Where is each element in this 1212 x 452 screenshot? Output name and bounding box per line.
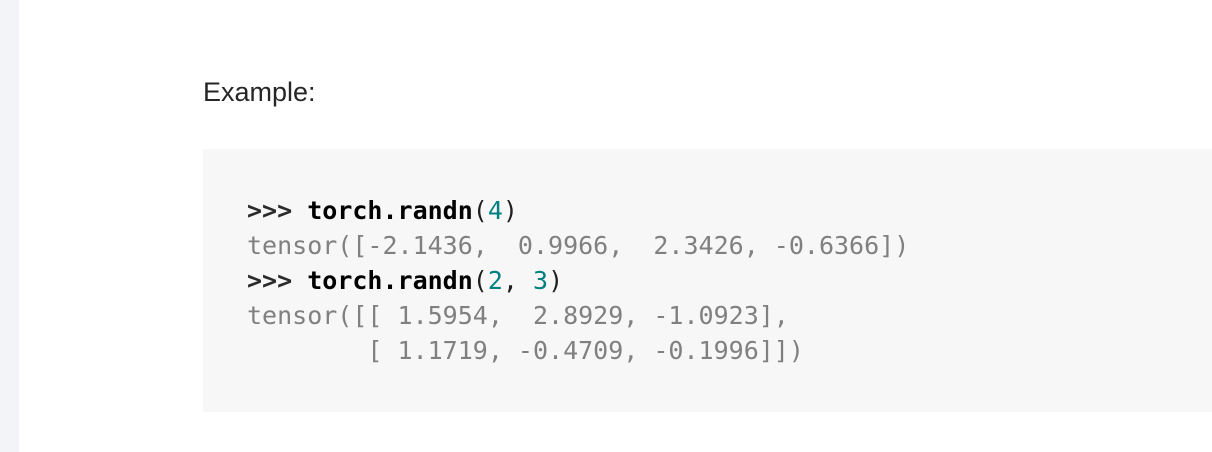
argument-number: 2 xyxy=(487,266,503,295)
example-heading: Example: xyxy=(203,77,316,107)
argument-separator: , xyxy=(502,266,534,295)
code-line-input-1: >>> torch.randn(4) xyxy=(247,193,1212,228)
left-sidebar-edge xyxy=(0,0,19,452)
open-paren: ( xyxy=(472,266,488,295)
argument-number: 3 xyxy=(533,266,549,295)
prompt-marker: >>> xyxy=(247,196,308,225)
function-call: torch.randn xyxy=(307,196,473,225)
code-example-block: >>> torch.randn(4) tensor([-2.1436, 0.99… xyxy=(203,149,1212,412)
open-paren: ( xyxy=(472,196,488,225)
code-line-output-2b: [ 1.1719, -0.4709, -0.1996]]) xyxy=(247,336,804,365)
code-line-input-2: >>> torch.randn(2, 3) xyxy=(247,263,1212,298)
close-paren: ) xyxy=(548,266,564,295)
function-call: torch.randn xyxy=(307,266,473,295)
argument-number: 4 xyxy=(487,196,503,225)
prompt-marker: >>> xyxy=(247,266,308,295)
close-paren: ) xyxy=(502,196,518,225)
code-line-output-2a: tensor([[ 1.5954, 2.8929, -1.0923], xyxy=(247,301,789,330)
doc-content: Example: >>> torch.randn(4) tensor([-2.1… xyxy=(19,0,1212,452)
code-line-output-1: tensor([-2.1436, 0.9966, 2.3426, -0.6366… xyxy=(247,231,910,260)
